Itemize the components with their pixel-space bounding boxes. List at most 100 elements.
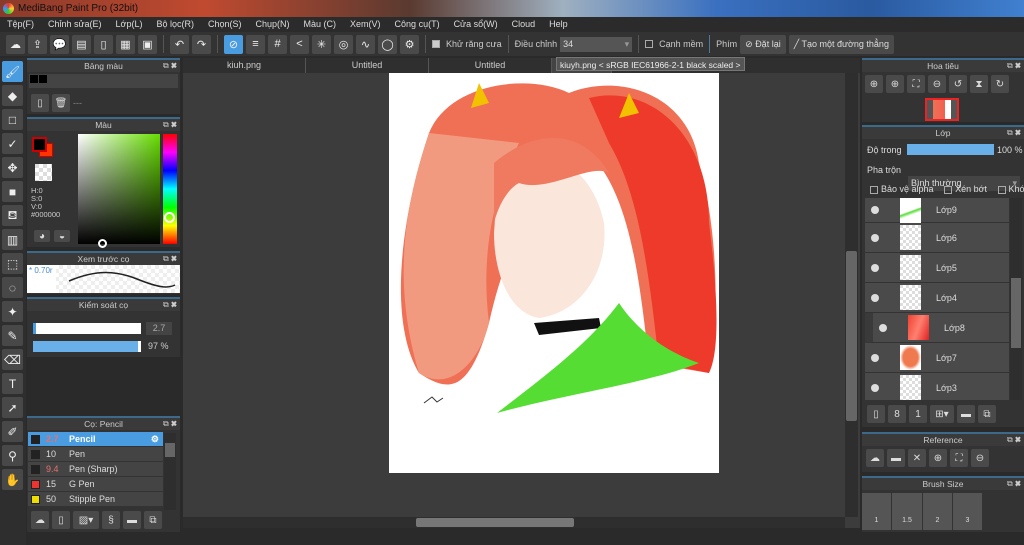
layer-folder-icon[interactable]: ▬ (957, 405, 975, 423)
cloud-save-icon[interactable]: ☁ (6, 34, 25, 54)
text-tool-icon[interactable]: T (2, 373, 23, 394)
hue-slider[interactable] (163, 134, 177, 244)
brush-size-slider[interactable] (33, 323, 141, 334)
panel-controls-icon[interactable]: ⧉ ✖ (1007, 127, 1021, 139)
panel-controls-icon[interactable]: ⧉ ✖ (163, 299, 177, 311)
fit-icon[interactable]: ⛶ (907, 75, 925, 93)
transparent-color-swatch[interactable] (35, 164, 52, 181)
brush-item[interactable]: 2.7 Pencil ⚙ (28, 432, 163, 447)
brush-size-cell[interactable]: 1.5 (892, 493, 922, 530)
panel-controls-icon[interactable]: ⧉ ✖ (1007, 60, 1021, 72)
concentric-snap-icon[interactable]: ◎ (334, 34, 353, 54)
grid-snap-icon[interactable]: # (268, 34, 287, 54)
panel-controls-icon[interactable]: ⧉ ✖ (163, 119, 177, 131)
curve-snap-icon[interactable]: ∿ (356, 34, 375, 54)
duplicate-layer-icon[interactable]: ⧉ (978, 405, 996, 423)
layer-list-scrollbar[interactable] (1010, 198, 1022, 400)
menu-tools[interactable]: Công cụ(T) (388, 17, 447, 32)
new-1bit-layer-icon[interactable]: 1 (909, 405, 927, 423)
visibility-icon[interactable] (871, 383, 879, 392)
zoom-in-icon[interactable]: ⊕ (886, 75, 904, 93)
visibility-icon[interactable] (871, 293, 879, 302)
brush-tool-icon[interactable]: 🖌 (2, 61, 23, 82)
hand-tool-icon[interactable]: ✋ (2, 469, 23, 490)
lasso-tool-icon[interactable]: ◌ (2, 277, 23, 298)
menu-select[interactable]: Chọn(S) (201, 17, 249, 32)
close-reference-icon[interactable]: ✕ (908, 449, 926, 467)
fill-rect-tool-icon[interactable]: ■ (2, 181, 23, 202)
page-icon[interactable]: ▯ (94, 34, 113, 54)
new-layer-icon[interactable]: ▯ (867, 405, 885, 423)
share-icon[interactable]: ⇪ (28, 34, 47, 54)
panel-controls-icon[interactable]: ⧉ ✖ (163, 418, 177, 430)
layer-item[interactable]: Lớp7 (865, 343, 1009, 373)
eraser-tool-icon[interactable]: ◆ (2, 85, 23, 106)
brush-script-icon[interactable]: § (102, 511, 120, 529)
brush-item[interactable]: 15 G Pen (28, 477, 163, 492)
visibility-icon[interactable] (871, 206, 879, 214)
select-tool-icon[interactable]: ⬚ (2, 253, 23, 274)
gradient-tool-icon[interactable]: ▥ (2, 229, 23, 250)
redo-icon[interactable]: ↷ (192, 34, 211, 54)
tab-kiuh[interactable]: kiuh.png (183, 58, 306, 73)
tab-untitled-2[interactable]: Untitled (429, 58, 552, 73)
layer-item[interactable]: Lớp4 (865, 283, 1009, 313)
menu-cloud[interactable]: Cloud (505, 17, 543, 32)
flip-icon[interactable]: ⧗ (970, 75, 988, 93)
page-manager-icon[interactable]: ▦ (116, 34, 135, 54)
layer-item[interactable]: Lớp6 (865, 223, 1009, 253)
protect-alpha-checkbox[interactable] (870, 185, 878, 194)
eyedropper-tool-icon[interactable]: ⚲ (2, 445, 23, 466)
menu-filter[interactable]: Bộ lọc(R) (149, 17, 201, 32)
menu-window[interactable]: Cửa sổ(W) (447, 17, 505, 32)
menu-snap[interactable]: Chụp(N) (249, 17, 297, 32)
move-tool-icon[interactable]: ✥ (2, 157, 23, 178)
shape-tool-icon[interactable]: □ (2, 109, 23, 130)
select-eraser-tool-icon[interactable]: ⌫ (2, 349, 23, 370)
navigator-thumbnail[interactable] (925, 98, 959, 121)
brush-list-scrollbar[interactable] (164, 433, 176, 510)
add-brush-icon[interactable]: ▨▾ (73, 511, 99, 529)
snap-settings-icon[interactable]: ⚙ (400, 34, 419, 54)
brush-item[interactable]: 50 Stipple Pen (28, 492, 163, 507)
visibility-icon[interactable] (879, 323, 887, 332)
circle-snap-icon[interactable]: ◯ (378, 34, 397, 54)
gear-icon[interactable]: ⚙ (151, 434, 159, 445)
new-palette-icon[interactable]: ▯ (31, 94, 49, 112)
palette-swatch[interactable] (39, 75, 47, 83)
visibility-icon[interactable] (871, 353, 879, 362)
saturation-value-picker[interactable] (78, 134, 160, 248)
vertical-scrollbar[interactable] (845, 73, 858, 517)
reference-zoom-out-icon[interactable]: ⊖ (971, 449, 989, 467)
cloud-reference-icon[interactable]: ☁ (866, 449, 884, 467)
comment-list-icon[interactable]: ▤ (72, 34, 91, 54)
brush-size-cell[interactable]: 3 (953, 493, 982, 530)
undo-icon[interactable]: ↶ (170, 34, 189, 54)
reference-fit-icon[interactable]: ⛶ (950, 449, 968, 467)
brush-item[interactable]: 9.4 Pen (Sharp) (28, 462, 163, 477)
antialias-checkbox[interactable] (432, 40, 440, 48)
layer-opacity-slider[interactable] (907, 144, 994, 155)
adjust-select[interactable]: 34 (560, 36, 633, 52)
clipping-checkbox[interactable] (944, 185, 953, 194)
panel-controls-icon[interactable]: ⧉ ✖ (1007, 478, 1021, 490)
magic-wand-tool-icon[interactable]: ✦ (2, 301, 23, 322)
dot-tool-icon[interactable]: ✓ (2, 133, 23, 154)
brush-size-cell[interactable]: 2 (923, 493, 952, 530)
palette-swatch[interactable] (30, 75, 38, 83)
panel-controls-icon[interactable]: ⧉ ✖ (163, 253, 177, 265)
brush-folder-icon[interactable]: ▬ (123, 511, 141, 529)
menu-file[interactable]: Tệp(F) (0, 17, 41, 32)
new-brush-icon[interactable]: ▯ (52, 511, 70, 529)
color-wheel-icon[interactable]: ◕ (34, 230, 50, 242)
brush-size-value[interactable]: 2.7 (146, 322, 172, 335)
new-8bit-layer-icon[interactable]: 8 (888, 405, 906, 423)
menu-help[interactable]: Help (542, 17, 575, 32)
reference-zoom-in-icon[interactable]: ⊕ (929, 449, 947, 467)
radial-snap-icon[interactable]: ✳ (312, 34, 331, 54)
parallel-snap-icon[interactable]: ≡ (246, 34, 265, 54)
brush-item[interactable]: 10 Pen (28, 447, 163, 462)
panel-controls-icon[interactable]: ⧉ ✖ (163, 60, 177, 72)
menu-layer[interactable]: Lớp(L) (109, 17, 150, 32)
primary-color-swatch[interactable] (32, 137, 47, 152)
